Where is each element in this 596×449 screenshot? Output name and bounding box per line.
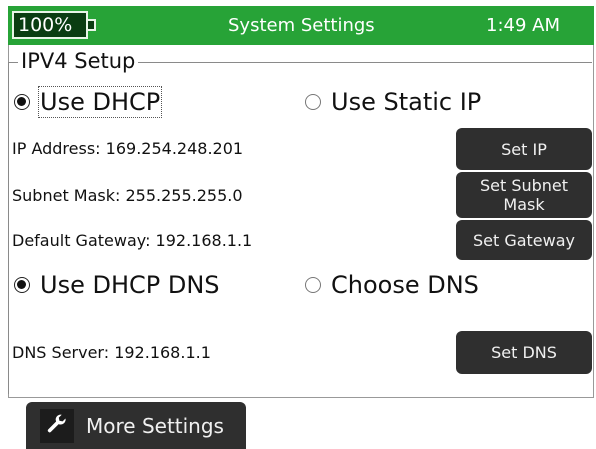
radio-label: Choose DNS bbox=[331, 271, 479, 299]
radio-use-dhcp-dns[interactable]: Use DHCP DNS bbox=[14, 271, 220, 299]
radio-checked-icon bbox=[14, 277, 30, 293]
radio-label: Use Static IP bbox=[331, 88, 482, 116]
set-ip-button[interactable]: Set IP bbox=[456, 128, 592, 170]
more-settings-button[interactable]: More Settings bbox=[26, 402, 246, 449]
more-settings-label: More Settings bbox=[86, 413, 224, 438]
clock: 1:49 AM bbox=[486, 15, 560, 36]
radio-label: Use DHCP bbox=[37, 86, 163, 118]
radio-unchecked-icon bbox=[305, 277, 321, 293]
set-gateway-button[interactable]: Set Gateway bbox=[456, 220, 592, 260]
radio-checked-icon bbox=[14, 94, 30, 110]
wrench-icon bbox=[40, 408, 74, 443]
screen-title: System Settings bbox=[228, 15, 375, 36]
radio-use-static-ip[interactable]: Use Static IP bbox=[305, 88, 481, 116]
group-title: IPV4 Setup bbox=[18, 48, 139, 74]
subnet-mask-text: Subnet Mask: 255.255.255.0 bbox=[12, 186, 243, 205]
radio-choose-dns[interactable]: Choose DNS bbox=[305, 271, 479, 299]
battery-icon bbox=[88, 19, 96, 31]
default-gateway-text: Default Gateway: 192.168.1.1 bbox=[12, 231, 253, 250]
radio-use-dhcp[interactable]: Use DHCP bbox=[14, 86, 163, 118]
radio-label: Use DHCP DNS bbox=[40, 271, 220, 299]
ip-address-text: IP Address: 169.254.248.201 bbox=[12, 139, 244, 158]
radio-unchecked-icon bbox=[305, 94, 321, 110]
dns-server-text: DNS Server: 192.168.1.1 bbox=[12, 343, 211, 362]
status-bar: 100% System Settings 1:49 AM bbox=[8, 6, 594, 45]
battery-indicator: 100% bbox=[12, 11, 88, 39]
set-subnet-mask-button[interactable]: Set Subnet Mask bbox=[456, 172, 592, 218]
set-dns-button[interactable]: Set DNS bbox=[456, 331, 592, 374]
